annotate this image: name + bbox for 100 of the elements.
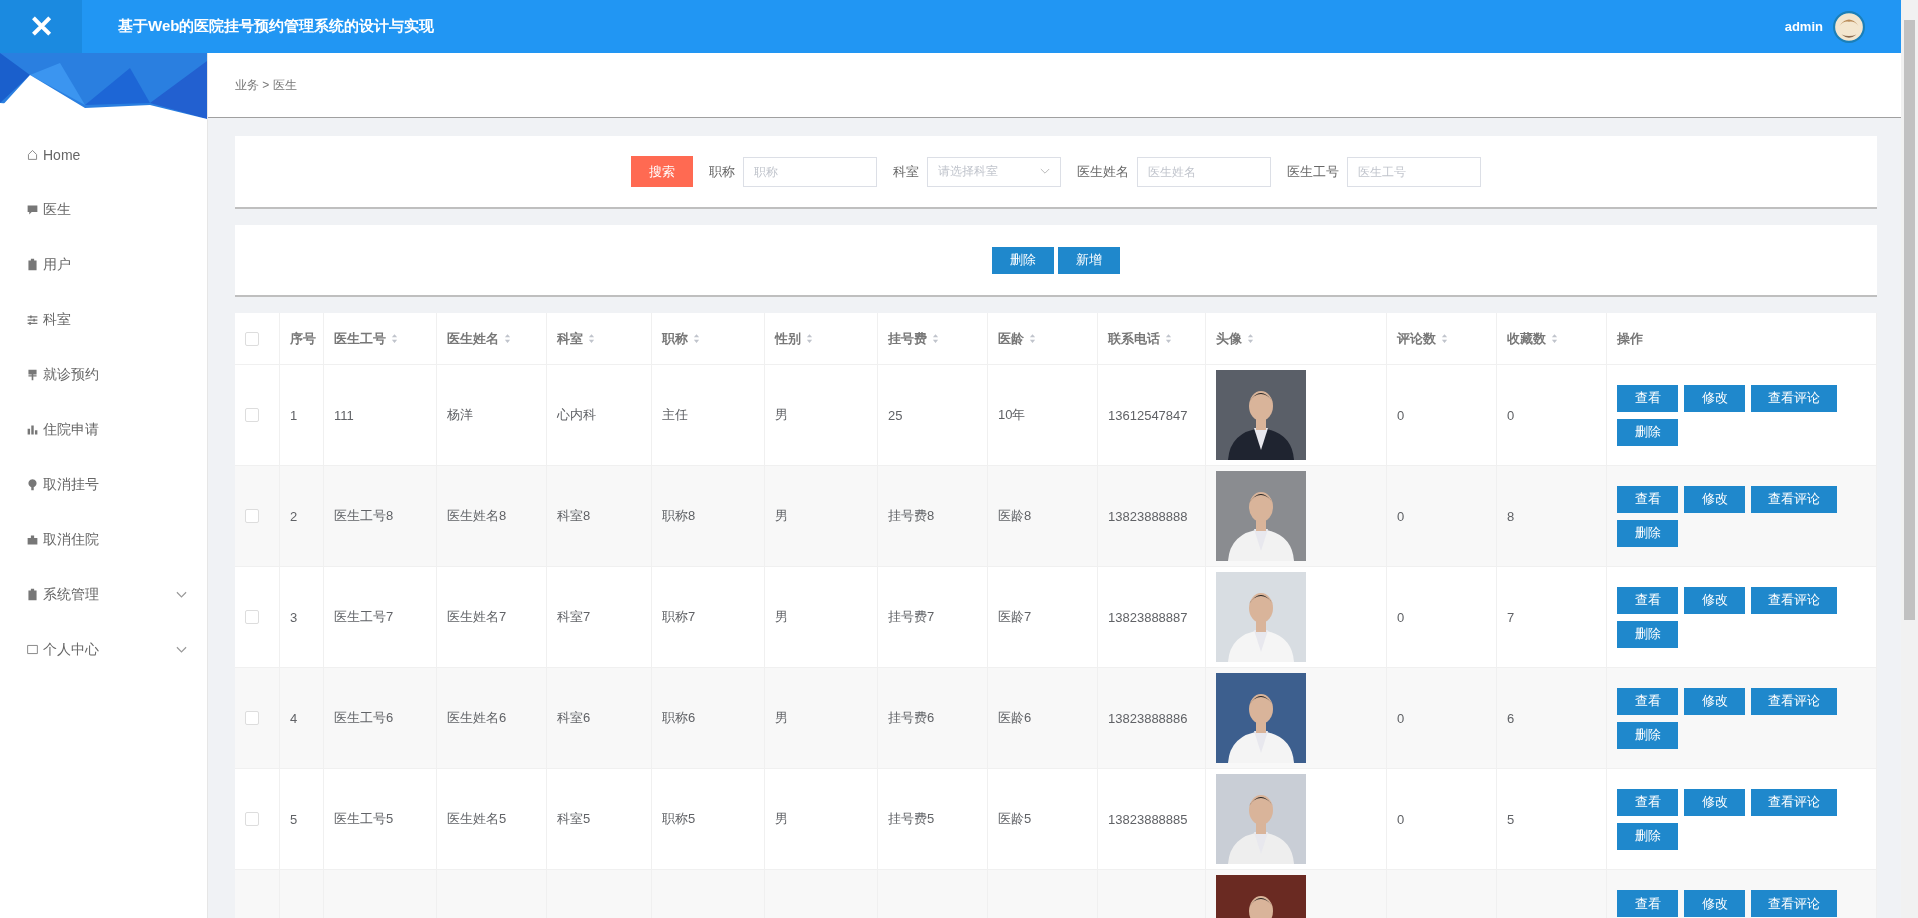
- action-button[interactable]: 删除: [1617, 721, 1678, 749]
- action-button[interactable]: 删除: [1617, 418, 1678, 446]
- action-button[interactable]: 删除: [1617, 519, 1678, 547]
- table-cell: 男: [775, 810, 788, 828]
- table-cell: 13823888887: [1108, 609, 1188, 625]
- action-button[interactable]: 查看评论: [1751, 788, 1837, 816]
- sidebar-item[interactable]: 就诊预约: [0, 347, 207, 402]
- column-header: 职称: [662, 329, 688, 348]
- action-button[interactable]: 修改: [1684, 586, 1745, 614]
- sort-icon[interactable]: [504, 333, 511, 344]
- sort-icon[interactable]: [806, 333, 813, 344]
- input-field[interactable]: 医生姓名: [1137, 156, 1271, 187]
- close-button[interactable]: ✕: [0, 0, 82, 53]
- action-button[interactable]: 修改: [1684, 485, 1745, 513]
- sort-icon[interactable]: [1441, 333, 1448, 344]
- sidebar-item[interactable]: 医生: [0, 182, 207, 237]
- table-cell: 男: [775, 406, 788, 424]
- action-button[interactable]: 查看评论: [1751, 687, 1837, 715]
- action-button[interactable]: 查看: [1617, 586, 1678, 614]
- table-cell: 医龄6: [998, 709, 1032, 727]
- select-all-checkbox[interactable]: [245, 331, 259, 346]
- table-cell: 医生工号6: [334, 709, 394, 727]
- sort-icon[interactable]: [1247, 333, 1254, 344]
- menu-icon: [26, 203, 39, 216]
- action-button[interactable]: 修改: [1684, 890, 1745, 917]
- input-field[interactable]: 医生工号: [1347, 156, 1481, 187]
- table-cell: 职称5: [662, 810, 696, 828]
- row-checkbox[interactable]: [245, 610, 259, 624]
- action-button[interactable]: 查看: [1617, 890, 1678, 917]
- column-header: 操作: [1617, 329, 1643, 348]
- table-cell: 主任: [662, 406, 688, 424]
- action-button[interactable]: 查看评论: [1751, 384, 1837, 412]
- table-cell: 挂号费8: [888, 507, 935, 525]
- table-cell: 挂号费7: [888, 608, 935, 626]
- table-cell: 111: [334, 407, 354, 423]
- action-button[interactable]: 查看: [1617, 687, 1678, 715]
- sort-icon[interactable]: [693, 333, 700, 344]
- row-checkbox[interactable]: [245, 711, 259, 725]
- field-label: 科室: [893, 162, 919, 181]
- action-button[interactable]: 查看评论: [1751, 586, 1837, 614]
- action-button[interactable]: 修改: [1684, 687, 1745, 715]
- column-header: 性别: [775, 329, 801, 348]
- sort-icon[interactable]: [932, 333, 939, 344]
- sort-icon[interactable]: [391, 333, 398, 344]
- column-header: 联系电话: [1108, 329, 1160, 348]
- column-header: 医龄: [998, 329, 1024, 348]
- sort-icon[interactable]: [1165, 333, 1172, 344]
- action-button[interactable]: 查看: [1617, 485, 1678, 513]
- table-cell: 13612547847: [1108, 407, 1188, 423]
- action-button[interactable]: 查看评论: [1751, 485, 1837, 513]
- column-header: 医生工号: [334, 329, 386, 348]
- action-button[interactable]: 查看评论: [1751, 890, 1837, 917]
- table-cell: 男: [775, 507, 788, 525]
- scrollbar[interactable]: [1901, 0, 1918, 918]
- row-checkbox[interactable]: [245, 509, 259, 523]
- input-field[interactable]: 职称: [743, 156, 877, 187]
- action-button[interactable]: 查看: [1617, 788, 1678, 816]
- table-cell: 13823888886: [1108, 710, 1188, 726]
- sidebar-item[interactable]: 科室: [0, 292, 207, 347]
- menu-icon: [26, 148, 39, 161]
- table-cell: 3: [290, 609, 298, 625]
- sidebar-item[interactable]: 取消住院: [0, 512, 207, 567]
- row-checkbox[interactable]: [245, 408, 259, 422]
- table-cell: 医生姓名6: [447, 709, 507, 727]
- sidebar-item[interactable]: 取消挂号: [0, 457, 207, 512]
- sort-icon[interactable]: [1551, 333, 1558, 344]
- table-cell: 心内科: [557, 406, 596, 424]
- field-label: 医生工号: [1287, 162, 1339, 181]
- toolbar-button[interactable]: 删除: [992, 246, 1054, 274]
- sort-icon[interactable]: [1029, 333, 1036, 344]
- table-cell: 10年: [998, 406, 1026, 424]
- column-header: 评论数: [1397, 329, 1436, 348]
- table-cell: 科室6: [557, 709, 591, 727]
- table-cell: 5: [1507, 811, 1515, 827]
- sidebar-item[interactable]: 住院申请: [0, 402, 207, 457]
- action-button[interactable]: 删除: [1617, 620, 1678, 648]
- table-cell: 13823888888: [1108, 508, 1188, 524]
- field-label: 医生姓名: [1077, 162, 1129, 181]
- sidebar-item[interactable]: 个人中心: [0, 622, 207, 677]
- action-button[interactable]: 修改: [1684, 788, 1745, 816]
- breadcrumb: 业务 > 医生: [235, 76, 297, 94]
- table-cell: 科室5: [557, 810, 591, 828]
- sidebar-item[interactable]: 系统管理: [0, 567, 207, 622]
- table-cell: 男: [775, 709, 788, 727]
- search-button[interactable]: 搜索: [631, 156, 693, 187]
- sidebar-item[interactable]: 用户: [0, 237, 207, 292]
- toolbar-button[interactable]: 新增: [1058, 246, 1120, 274]
- table-cell: 医龄5: [998, 810, 1032, 828]
- sort-icon[interactable]: [588, 333, 595, 344]
- field-label: 职称: [709, 162, 735, 181]
- action-button[interactable]: 删除: [1617, 822, 1678, 850]
- sidebar-item[interactable]: Home: [0, 127, 207, 182]
- column-header: 科室: [557, 329, 583, 348]
- action-button[interactable]: 修改: [1684, 384, 1745, 412]
- menu-icon: [26, 478, 39, 491]
- column-header: 头像: [1216, 329, 1242, 348]
- row-checkbox[interactable]: [245, 812, 259, 826]
- avatar[interactable]: [1833, 10, 1865, 43]
- menu-icon: [26, 258, 39, 271]
- action-button[interactable]: 查看: [1617, 384, 1678, 412]
